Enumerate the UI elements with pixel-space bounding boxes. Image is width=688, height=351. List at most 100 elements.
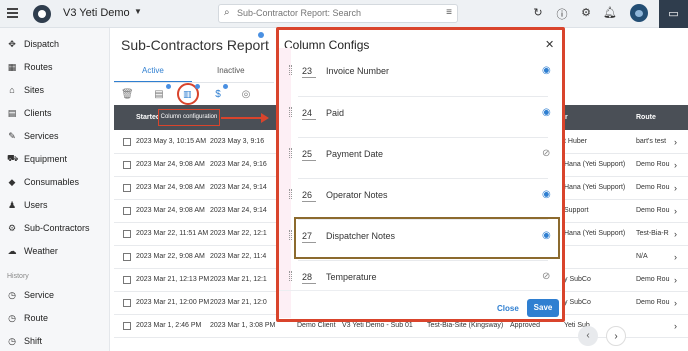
chevron-down-icon[interactable]: ▼: [134, 7, 142, 16]
close-button[interactable]: Close: [497, 304, 519, 313]
trash-icon[interactable]: 🗑︎: [121, 89, 134, 100]
sidebar-item-weather[interactable]: ☁ Weather: [0, 241, 110, 261]
sidebar-item-users[interactable]: ♟ Users: [0, 195, 110, 215]
cell-started: 2023 Mar 24, 9:08 AM: [136, 161, 205, 168]
cell-route: Demo Rou: [636, 299, 670, 306]
column-order-input[interactable]: 23: [302, 66, 316, 78]
row-checkbox[interactable]: [123, 207, 131, 215]
row-checkbox[interactable]: [123, 230, 131, 238]
cell-ended: 2023 Mar 21, 12:0: [210, 299, 267, 306]
save-button[interactable]: Save: [527, 299, 559, 317]
filter-icon[interactable]: ≡: [446, 7, 452, 18]
sidebar-item-service-history[interactable]: ◷ Service: [0, 285, 110, 305]
cell-started: 2023 Mar 21, 12:13 PM: [136, 276, 210, 283]
cell-ended: 2023 Mar 21, 12:1: [210, 276, 267, 283]
close-icon[interactable]: ✕: [545, 38, 554, 51]
row-checkbox[interactable]: [123, 299, 131, 307]
dollar-icon[interactable]: $: [212, 89, 224, 100]
cell-ended: 2023 Mar 24, 9:16: [210, 161, 267, 168]
chevron-right-icon[interactable]: ›: [674, 206, 677, 216]
drag-handle-icon[interactable]: [289, 271, 293, 281]
column-config-icon[interactable]: ▥: [183, 89, 192, 100]
sidebar-item-equipment[interactable]: ⛟ Equipment: [0, 149, 110, 169]
sidebar-item-shift-history[interactable]: ◷ Shift: [0, 331, 110, 351]
report-edit-icon[interactable]: ▤: [153, 89, 165, 100]
sidebar-item-clients[interactable]: ▤ Clients: [0, 103, 110, 123]
refresh-icon[interactable]: ↻: [531, 6, 545, 19]
column-header-started[interactable]: Started: [136, 114, 160, 121]
eye-icon[interactable]: ◉: [542, 189, 551, 200]
eye-icon[interactable]: ◉: [542, 107, 551, 118]
chat-icon[interactable]: ▭: [659, 0, 688, 28]
chevron-right-icon[interactable]: ›: [674, 321, 677, 331]
eye-icon[interactable]: ◉: [542, 65, 551, 76]
chevron-right-icon[interactable]: ›: [674, 229, 677, 239]
column-header-r[interactable]: r: [565, 114, 568, 121]
sidebar-item-dispatch[interactable]: ✥ Dispatch: [0, 34, 110, 54]
drag-handle-icon[interactable]: [289, 230, 293, 240]
column-config-item[interactable]: 25 Payment Date ⊘: [289, 137, 550, 173]
drag-handle-icon[interactable]: [289, 65, 293, 75]
annotation-arrow: [221, 117, 263, 119]
cell-operator: Hana (Yeti Support): [564, 230, 626, 237]
help-badge[interactable]: [258, 32, 264, 38]
help-badge[interactable]: [195, 84, 200, 89]
chevron-right-icon[interactable]: ›: [674, 137, 677, 147]
chevron-right-icon[interactable]: ›: [674, 160, 677, 170]
column-config-item[interactable]: 23 Invoice Number ◉: [289, 55, 551, 91]
cell-status: Approved: [510, 322, 540, 329]
row-checkbox[interactable]: [123, 253, 131, 261]
pager-prev-button[interactable]: ‹: [578, 326, 598, 346]
app-title[interactable]: V3 Yeti Demo: [63, 7, 130, 19]
bell-icon[interactable]: 🔔︎: [603, 6, 617, 19]
column-order-input[interactable]: 28: [302, 272, 316, 284]
sidebar-item-subcontractors[interactable]: ⚙ Sub-Contractors: [0, 218, 110, 238]
equipment-icon: ⛟: [7, 153, 19, 163]
sidebar-item-consumables[interactable]: ◆ Consumables: [0, 172, 110, 192]
sidebar-item-services[interactable]: ✎ Services: [0, 126, 110, 146]
chevron-right-icon[interactable]: ›: [674, 183, 677, 193]
sidebar-item-routes[interactable]: ▦ Routes: [0, 57, 110, 77]
column-order-input[interactable]: 26: [302, 190, 316, 202]
column-config-item[interactable]: 24 Paid ◉: [289, 96, 551, 132]
camera-icon[interactable]: ◎: [240, 89, 252, 100]
page-title: Sub-Contractors Report: [121, 37, 269, 53]
search-bar[interactable]: ⌕ ≡: [218, 4, 458, 23]
row-checkbox[interactable]: [123, 322, 131, 330]
row-checkbox[interactable]: [123, 184, 131, 192]
menu-icon[interactable]: [7, 8, 18, 20]
cell-operator: Hana (Yeti Support): [564, 184, 626, 191]
eye-off-icon[interactable]: ⊘: [542, 271, 550, 282]
tab-inactive[interactable]: Inactive: [217, 66, 245, 75]
help-badge[interactable]: [223, 84, 228, 89]
chevron-right-icon[interactable]: ›: [674, 298, 677, 308]
column-order-input[interactable]: 24: [302, 108, 316, 120]
row-checkbox[interactable]: [123, 161, 131, 169]
sidebar: ✥ Dispatch ▦ Routes ⌂ Sites ▤ Clients ✎ Servi…: [0, 28, 110, 351]
drag-handle-icon[interactable]: [289, 148, 293, 158]
column-order-input[interactable]: 25: [302, 149, 316, 161]
tab-active[interactable]: Active: [142, 66, 164, 75]
column-label: Payment Date: [326, 149, 384, 159]
row-checkbox[interactable]: [123, 276, 131, 284]
sidebar-item-label: Route: [24, 313, 49, 323]
eye-off-icon[interactable]: ⊘: [542, 148, 550, 159]
pager-next-button[interactable]: ›: [606, 326, 626, 346]
gear-icon[interactable]: ⚙: [579, 6, 593, 19]
sidebar-item-route-history[interactable]: ◷ Route: [0, 308, 110, 328]
avatar[interactable]: [630, 4, 648, 22]
consumables-icon: ◆: [8, 176, 16, 187]
column-header-route[interactable]: Route: [636, 114, 656, 121]
drag-handle-icon[interactable]: [289, 189, 293, 199]
chevron-right-icon[interactable]: ›: [674, 275, 677, 285]
row-checkbox[interactable]: [123, 138, 131, 146]
drag-handle-icon[interactable]: [289, 107, 293, 117]
cell-route: Demo Rou: [636, 207, 670, 214]
help-icon[interactable]: ⓘ: [555, 6, 569, 22]
sidebar-item-sites[interactable]: ⌂ Sites: [0, 80, 110, 100]
help-badge[interactable]: [166, 84, 171, 89]
column-config-item[interactable]: 26 Operator Notes ◉: [289, 178, 551, 214]
search-input[interactable]: [237, 8, 432, 18]
sidebar-item-label: Equipment: [24, 154, 68, 164]
chevron-right-icon[interactable]: ›: [674, 252, 677, 262]
